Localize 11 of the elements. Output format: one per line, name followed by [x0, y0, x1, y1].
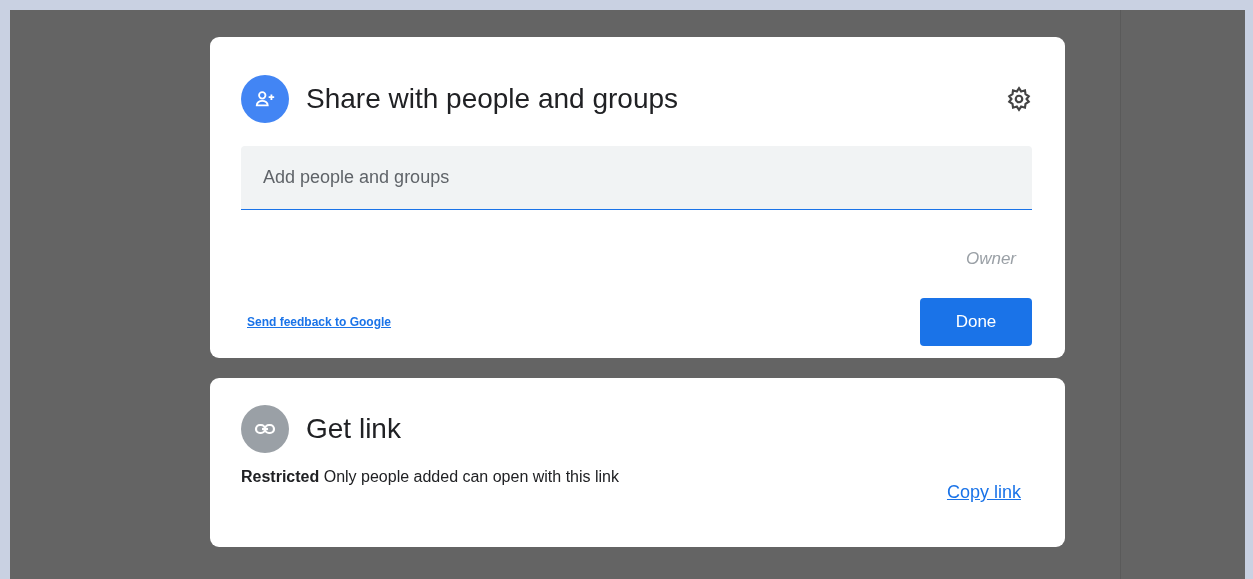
- done-button[interactable]: Done: [920, 297, 1032, 346]
- add-person-icon: [241, 75, 289, 123]
- copy-link-button[interactable]: Copy link: [946, 479, 1021, 506]
- owner-label: Owner: [965, 248, 1016, 270]
- dialog-title: Share with people and groups: [306, 82, 679, 116]
- dialog-title: Get link: [306, 412, 401, 446]
- link-access-description: Restricted Only people added can open with this link: [241, 467, 619, 487]
- link-icon: [241, 405, 289, 453]
- add-people-field[interactable]: Add people and groups: [241, 146, 1032, 210]
- settings-icon[interactable]: [1006, 86, 1032, 112]
- feedback-link[interactable]: Send feedback to Google: [247, 312, 392, 331]
